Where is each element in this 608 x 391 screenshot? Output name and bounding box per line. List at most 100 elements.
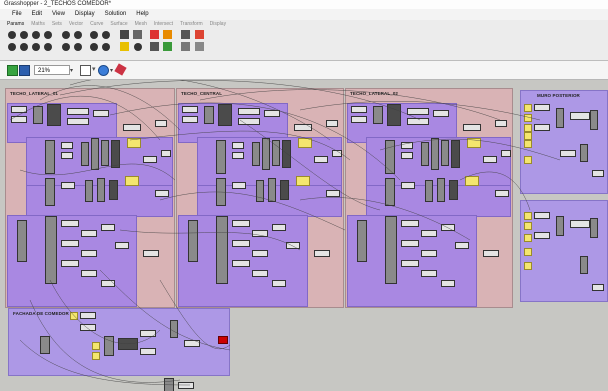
component-node[interactable]	[170, 320, 178, 338]
error-node[interactable]	[218, 336, 228, 344]
component-node[interactable]	[61, 240, 79, 247]
component-node[interactable]	[431, 138, 439, 170]
component-node[interactable]	[80, 312, 96, 319]
component-node[interactable]	[421, 142, 429, 166]
component-node[interactable]	[81, 250, 97, 257]
component-node[interactable]	[184, 340, 200, 347]
component-node[interactable]	[385, 178, 395, 206]
graph-mapper-icon[interactable]	[150, 42, 159, 51]
component-node[interactable]	[483, 250, 499, 257]
cluster-icon[interactable]	[195, 42, 204, 51]
text-param-icon[interactable]	[90, 43, 98, 51]
component-node[interactable]	[455, 242, 469, 249]
component-node[interactable]	[182, 106, 198, 113]
field-param-icon[interactable]	[44, 43, 52, 51]
component-node[interactable]	[111, 140, 120, 168]
plane-param-icon[interactable]	[90, 31, 98, 39]
component-node[interactable]	[232, 260, 250, 267]
tab-transform[interactable]: Transform	[180, 20, 203, 28]
scribble-icon[interactable]	[195, 30, 204, 39]
component-node[interactable]	[143, 250, 159, 257]
panel-icon[interactable]	[150, 30, 159, 39]
component-node[interactable]	[407, 108, 429, 115]
component-node[interactable]	[216, 216, 228, 284]
component-node[interactable]	[232, 240, 250, 247]
panel-node[interactable]	[296, 176, 310, 186]
tab-vector[interactable]: Vector	[69, 20, 83, 28]
component-node[interactable]	[272, 224, 286, 231]
component-node[interactable]	[256, 180, 264, 202]
integer-param-icon[interactable]	[62, 43, 70, 51]
brep-param-icon[interactable]	[8, 43, 16, 51]
component-node[interactable]	[61, 142, 73, 149]
component-node[interactable]	[385, 140, 395, 174]
component-node[interactable]	[357, 220, 367, 262]
save-file-icon[interactable]	[19, 65, 30, 76]
preview-eye-icon[interactable]	[98, 65, 109, 76]
component-node[interactable]	[109, 180, 118, 200]
panel-node[interactable]	[70, 312, 78, 320]
component-node[interactable]	[556, 108, 564, 128]
component-node[interactable]	[590, 218, 598, 238]
gradient-icon[interactable]	[134, 43, 142, 51]
component-node[interactable]	[232, 220, 250, 227]
component-node[interactable]	[286, 242, 300, 249]
component-node[interactable]	[495, 120, 507, 127]
component-node[interactable]	[268, 178, 276, 202]
panel-node[interactable]	[524, 104, 532, 112]
component-node[interactable]	[40, 336, 50, 354]
component-node[interactable]	[501, 150, 511, 157]
open-file-icon[interactable]	[7, 65, 18, 76]
component-node[interactable]	[188, 220, 198, 262]
component-node[interactable]	[232, 152, 244, 159]
component-node[interactable]	[143, 156, 157, 163]
component-node[interactable]	[252, 250, 268, 257]
component-node[interactable]	[401, 152, 413, 159]
curve-param-icon[interactable]	[62, 31, 70, 39]
component-node[interactable]	[80, 324, 96, 331]
number-param-icon[interactable]	[74, 43, 82, 51]
component-node[interactable]	[441, 280, 455, 287]
number-slider-icon[interactable]	[120, 42, 129, 51]
panel-node[interactable]	[125, 176, 139, 186]
component-node[interactable]	[81, 230, 97, 237]
component-node[interactable]	[590, 110, 598, 130]
component-node[interactable]	[441, 224, 455, 231]
component-node[interactable]	[483, 156, 497, 163]
component-node[interactable]	[495, 190, 509, 197]
component-node[interactable]	[385, 216, 397, 284]
menu-help[interactable]: Help	[136, 9, 148, 20]
menu-view[interactable]: View	[52, 9, 65, 20]
component-node[interactable]	[449, 180, 458, 200]
component-node[interactable]	[252, 230, 268, 237]
panel-node[interactable]	[524, 248, 532, 256]
component-node[interactable]	[433, 110, 449, 117]
panel-node[interactable]	[467, 138, 481, 148]
component-node[interactable]	[570, 112, 590, 120]
component-node[interactable]	[123, 124, 141, 131]
panel-node[interactable]	[92, 342, 100, 350]
preview-dropdown-icon[interactable]: ▾	[110, 67, 113, 74]
component-node[interactable]	[252, 142, 260, 166]
component-node[interactable]	[282, 140, 291, 168]
button-icon[interactable]	[133, 30, 142, 39]
component-node[interactable]	[351, 106, 367, 113]
component-node[interactable]	[570, 220, 590, 228]
component-node[interactable]	[280, 180, 289, 200]
component-node[interactable]	[232, 142, 244, 149]
grasshopper-canvas[interactable]: TECHO_LATERAL_01 TECHO_CENTRAL TECHO_LAT…	[0, 80, 608, 391]
component-node[interactable]	[164, 378, 174, 391]
component-node[interactable]	[67, 108, 89, 115]
component-node[interactable]	[11, 106, 27, 113]
tab-display[interactable]: Display	[210, 20, 226, 28]
zoom-field[interactable]: 21%	[34, 65, 70, 75]
surface-param-icon[interactable]	[20, 43, 28, 51]
mesh-param-icon[interactable]	[32, 43, 40, 51]
component-node[interactable]	[182, 116, 198, 123]
component-node[interactable]	[140, 330, 156, 337]
component-node[interactable]	[17, 220, 27, 262]
panel-node[interactable]	[524, 140, 532, 148]
colour-swatch-icon[interactable]	[163, 30, 172, 39]
menu-display[interactable]: Display	[75, 9, 95, 20]
component-node[interactable]	[216, 140, 226, 174]
